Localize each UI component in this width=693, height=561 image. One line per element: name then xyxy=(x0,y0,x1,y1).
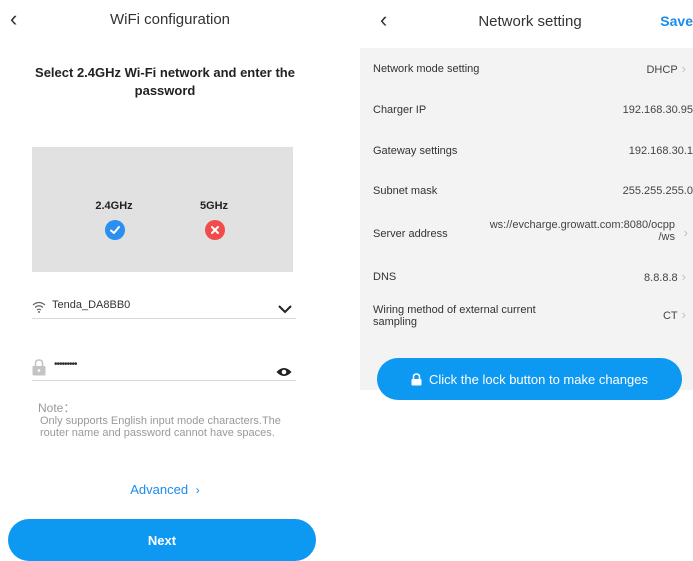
note-body: Only supports English input mode charact… xyxy=(40,415,281,439)
check-icon xyxy=(105,220,125,240)
row-value: 192.168.30.95 xyxy=(622,104,693,116)
chevron-down-icon[interactable] xyxy=(278,301,292,319)
row-value: 8.8.8.8 › xyxy=(644,269,686,284)
row-value: CT › xyxy=(662,307,686,322)
row-value: ws://evcharge.growatt.com:8080/ocpp/ws xyxy=(489,219,675,243)
note-title: Note： xyxy=(38,401,76,415)
back-chevron-icon[interactable]: ‹ xyxy=(380,9,387,31)
wifi-configuration-screen: ‹ WiFi configuration Select 2.4GHz Wi-Fi… xyxy=(0,0,340,561)
row-charger-ip: Charger IP 192.168.30.95 xyxy=(360,89,693,130)
row-label: Charger IP xyxy=(373,104,427,116)
row-value: 255.255.255.0 xyxy=(622,185,693,197)
instruction-heading: Select 2.4GHz Wi-Fi network and enter th… xyxy=(35,65,295,98)
save-button[interactable]: Save xyxy=(660,13,693,29)
ssid-value: Tenda_DA8BB0 xyxy=(52,299,131,311)
settings-list: Network mode setting DHCP › Charger IP 19… xyxy=(360,48,693,390)
row-label: Subnet mask xyxy=(373,185,438,197)
eye-icon[interactable] xyxy=(276,364,292,382)
ssid-field[interactable]: Tenda_DA8BB0 xyxy=(32,292,296,319)
band-illustration: 2.4GHz 5GHz xyxy=(32,147,293,272)
chevron-right-icon: › xyxy=(681,61,686,76)
password-value: ••••••••• xyxy=(54,359,77,370)
row-label: Network mode setting xyxy=(373,63,480,75)
row-value: DHCP › xyxy=(646,61,686,76)
chevron-right-icon: › xyxy=(683,225,688,240)
row-subnet-mask: Subnet mask 255.255.255.0 xyxy=(360,171,693,212)
band-24-label: 2.4GHz xyxy=(95,200,133,212)
row-label: Server address xyxy=(373,228,448,240)
row-label: DNS xyxy=(373,271,397,283)
row-wiring-method[interactable]: Wiring method of external current samplin… xyxy=(360,298,693,340)
row-label: Wiring method of external current samplin… xyxy=(373,304,536,328)
wifi-icon xyxy=(32,300,46,318)
row-server-address[interactable]: Server address ws://evcharge.growatt.com… xyxy=(360,212,693,257)
advanced-link[interactable]: Advanced › xyxy=(0,482,330,497)
row-label: Gateway settings xyxy=(373,145,458,157)
page-title: WiFi configuration xyxy=(109,11,231,28)
cross-icon xyxy=(205,220,225,240)
lock-icon xyxy=(32,359,46,381)
password-field[interactable]: ••••••••• xyxy=(32,354,296,381)
lock-button-label: Click the lock button to make changes xyxy=(429,371,648,387)
unlock-changes-button[interactable]: Click the lock button to make changes xyxy=(377,358,682,400)
row-dns[interactable]: DNS 8.8.8.8 › xyxy=(360,257,693,298)
network-setting-screen: ‹ Network setting Save Network mode sett… xyxy=(360,0,693,557)
chevron-right-icon: › xyxy=(195,483,200,497)
page-title: Network setting xyxy=(478,13,582,30)
band-5-label: 5GHz xyxy=(199,200,229,212)
row-network-mode[interactable]: Network mode setting DHCP › xyxy=(360,48,693,89)
row-value: 192.168.30.1 xyxy=(628,145,693,157)
row-gateway: Gateway settings 192.168.30.1 xyxy=(360,130,693,171)
note-block: Note： Only supports English input mode c… xyxy=(38,401,298,440)
chevron-right-icon: › xyxy=(681,307,686,322)
lock-icon xyxy=(411,372,422,386)
chevron-right-icon: › xyxy=(681,269,686,284)
advanced-label: Advanced xyxy=(130,482,189,497)
back-chevron-icon[interactable]: ‹ xyxy=(10,8,17,30)
next-button[interactable]: Next xyxy=(8,519,316,561)
